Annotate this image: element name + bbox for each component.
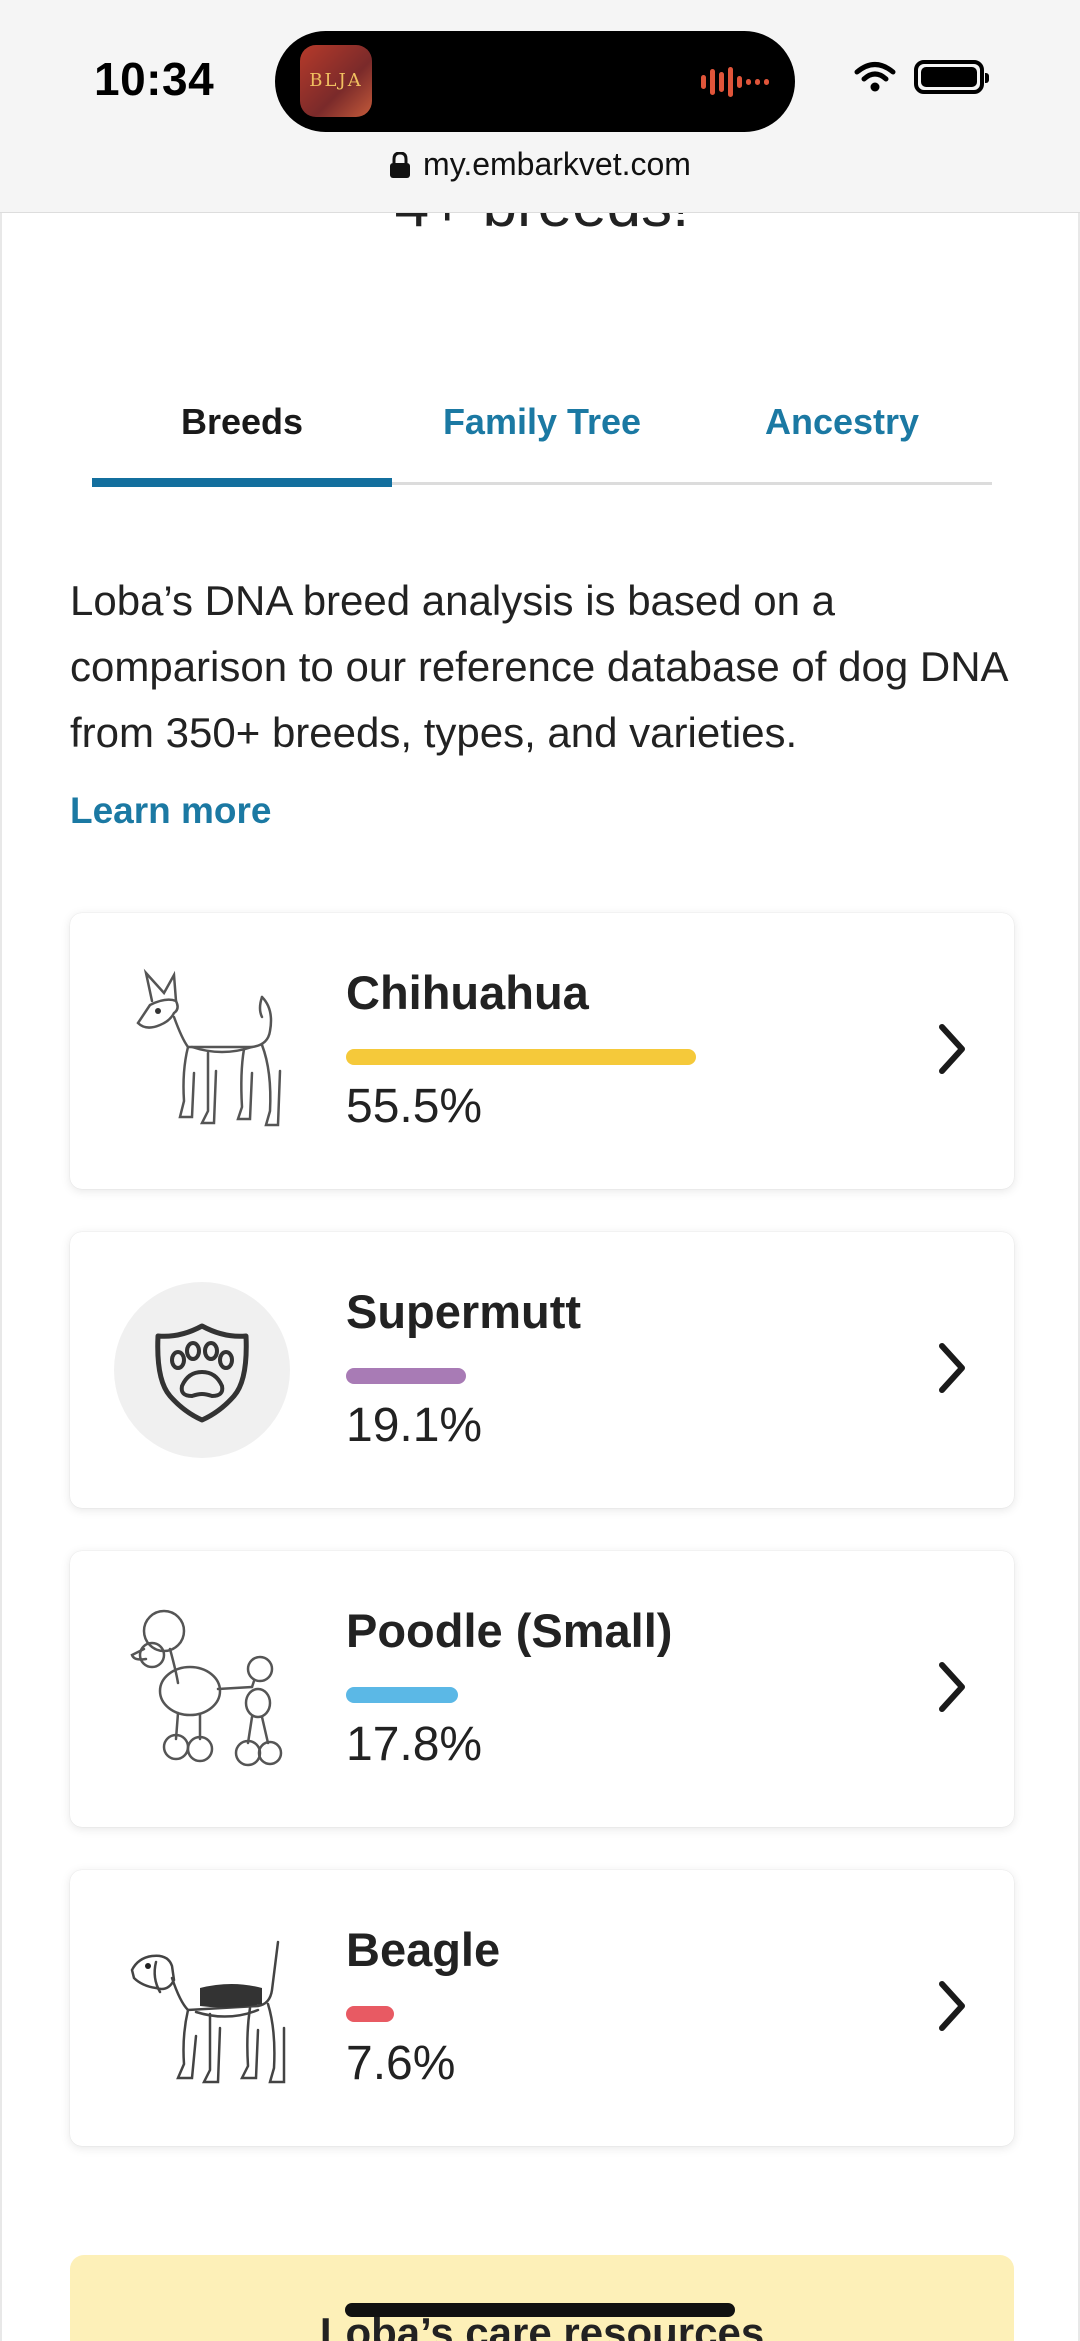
breed-percent-bar <box>346 2006 394 2022</box>
breed-name: Poodle (Small) <box>346 1604 673 1657</box>
now-playing-artwork: BLJA <box>300 45 372 117</box>
breed-percent-bar <box>346 1687 459 1703</box>
breed-card-beagle[interactable]: Beagle 7.6% <box>70 1870 1014 2146</box>
browser-top-bar: 10:34 BLJA my.embarkvet.com <box>0 0 1080 213</box>
status-time: 10:34 <box>94 53 215 105</box>
breed-card-chihuahua[interactable]: Chihuahua 55.5% <box>70 913 1014 1189</box>
tab-family-tree[interactable]: Family Tree <box>392 385 692 482</box>
battery-icon <box>914 60 989 94</box>
beagle-illustration <box>130 1940 286 2084</box>
breed-percent: 55.5% <box>346 1080 483 1133</box>
breed-percent: 7.6% <box>346 2037 456 2090</box>
url-bar[interactable]: my.embarkvet.com <box>0 146 1080 183</box>
paw-shield-icon <box>114 1282 290 1458</box>
chevron-right-icon <box>939 1343 965 1393</box>
url-text: my.embarkvet.com <box>423 146 691 182</box>
learn-more-link[interactable]: Learn more <box>70 790 272 832</box>
breed-card-supermutt[interactable]: Supermutt 19.1% <box>70 1232 1014 1508</box>
lock-icon <box>390 151 411 178</box>
audio-waveform-icon <box>701 67 769 97</box>
breed-percent: 17.8% <box>346 1718 483 1771</box>
breed-percent: 19.1% <box>346 1399 483 1452</box>
poodle-illustration <box>130 1609 283 1767</box>
breed-card-poodle-small[interactable]: Poodle (Small) 17.8% <box>70 1551 1014 1827</box>
breed-name: Supermutt <box>346 1285 581 1338</box>
care-resources-banner[interactable]: Loba’s care resources <box>70 2255 1014 2341</box>
tab-breeds[interactable]: Breeds <box>92 385 392 487</box>
breed-name: Chihuahua <box>346 966 589 1019</box>
breed-analysis-intro: Loba’s DNA breed analysis is based on a … <box>70 577 1007 756</box>
breed-percent-bar <box>346 1049 696 1065</box>
chevron-right-icon <box>939 1024 965 1074</box>
chihuahua-illustration <box>136 968 282 1127</box>
chevron-right-icon <box>939 1662 965 1712</box>
artwork-text: BLJA <box>309 70 363 91</box>
wifi-icon <box>854 62 896 92</box>
status-indicators <box>854 60 989 94</box>
breed-tabs: Breeds Family Tree Ancestry <box>92 385 992 487</box>
tab-ancestry[interactable]: Ancestry <box>692 385 992 482</box>
chevron-right-icon <box>939 1981 965 2031</box>
breed-percent-bar <box>346 1368 467 1384</box>
home-indicator[interactable] <box>345 2303 735 2317</box>
breed-name: Beagle <box>346 1923 501 1976</box>
page: 4+ breeds! Breeds Family Tree Ancestry L… <box>0 0 1080 2341</box>
dynamic-island[interactable]: BLJA <box>275 31 795 132</box>
